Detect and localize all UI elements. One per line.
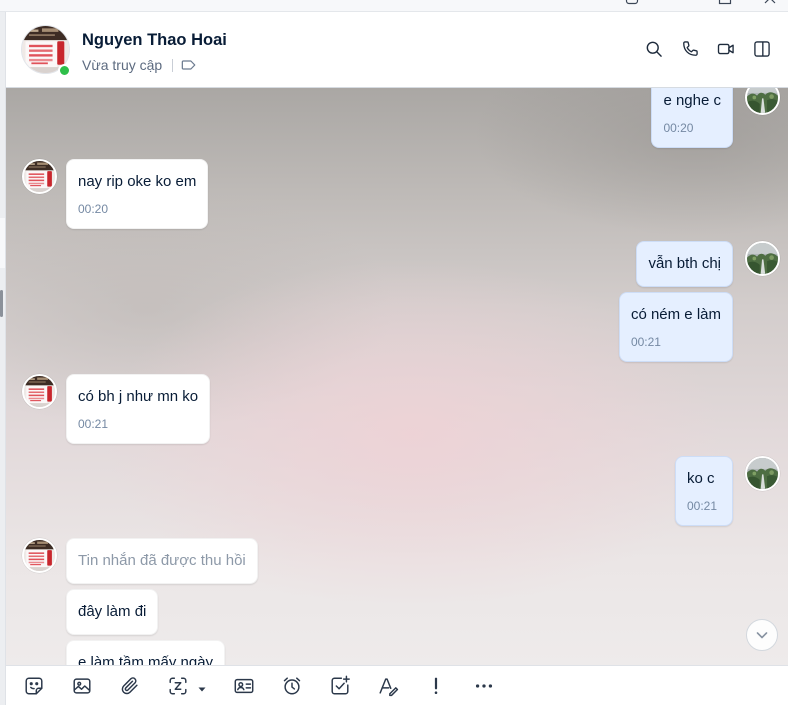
dropdown-caret-icon [198,687,206,692]
message-time: 00:21 [687,499,718,513]
contact-status-row: Vừa truy cập [82,57,197,73]
send-image-button[interactable] [66,673,98,699]
image-icon [73,678,91,694]
reminder-button[interactable] [276,673,308,699]
message-time: 00:21 [78,417,109,431]
send-contact-card-button[interactable] [228,673,260,699]
message-text: ko c [687,470,715,487]
window-icon[interactable] [625,0,639,5]
message-bubble-incoming[interactable]: có bh j như mn ko 00:21 [66,374,211,444]
message-bubble-incoming[interactable]: đây làm đi [66,589,159,635]
conversation-list-scrollbar[interactable] [0,290,3,317]
message-bubble-outgoing[interactable]: ko c 00:21 [675,456,733,526]
video-call-button[interactable] [710,33,742,65]
conversation-list-item-edge[interactable] [0,218,5,268]
title-bar [0,0,788,12]
sticker-button[interactable] [18,673,50,699]
screenshot-button[interactable] [162,673,194,699]
task-icon [331,675,350,695]
message-bubble-outgoing[interactable]: có ném e làm 00:21 [618,292,733,362]
message-text: có bh j như mn ko [78,388,199,405]
message-text: e nghe c [663,92,721,109]
message-text: nay rip oke ko em [78,173,197,190]
message-list[interactable]: e nghe c 00:20 nay rip oke ko em 00:20 v… [6,88,788,665]
contact-avatar-small[interactable] [22,159,57,194]
composer-toolbar [6,665,788,705]
screenshot-options-button[interactable] [197,684,207,694]
message-time: 00:20 [78,202,109,216]
message-bubble-incoming[interactable]: nay rip oke ko em 00:20 [66,159,209,229]
contact-avatar-small[interactable] [22,374,57,409]
chevron-down-icon [756,632,768,639]
message-text: vẫn bth chị [648,255,721,272]
my-avatar[interactable] [745,456,780,491]
more-icon [475,684,493,688]
status-divider [172,58,174,72]
attachment-icon [121,677,138,695]
contact-avatar-small[interactable] [22,538,57,573]
tag-icon[interactable] [181,57,197,73]
search-button[interactable] [638,33,670,65]
message-bubble-outgoing[interactable]: e nghe c 00:20 [651,88,733,148]
phone-icon [683,41,698,56]
message-text: có ném e làm [630,306,721,323]
voice-call-button[interactable] [674,33,706,65]
assign-task-button[interactable] [324,673,356,699]
sidebar-toggle-icon [754,41,770,57]
message-bubble-incoming[interactable]: e làm tầm mấy ngày [66,640,226,665]
maximize-icon[interactable] [718,0,732,5]
conversation-header: Nguyen Thao Hoai Vừa truy cập [6,12,788,88]
message-bubble-outgoing[interactable]: vẫn bth chị [636,241,733,287]
message-text: e làm tầm mấy ngày [78,654,214,665]
text-format-button[interactable] [372,673,404,699]
attach-file-button[interactable] [114,673,146,699]
chat-window: Nguyen Thao Hoai Vừa truy cập e nghe c 0… [0,0,788,705]
search-icon [646,41,662,57]
my-avatar[interactable] [745,241,780,276]
close-icon[interactable] [763,0,777,5]
text-format-icon [379,678,399,697]
online-status-dot [58,64,71,77]
sticker-icon [25,677,43,695]
last-seen-status: Vừa truy cập [82,57,163,73]
urgent-icon [434,677,438,694]
reminder-clock-icon [283,677,301,695]
message-time: 00:21 [630,335,661,349]
contact-card-icon [234,678,254,694]
message-time: 00:20 [663,121,694,135]
scroll-to-bottom-button[interactable] [746,619,778,651]
message-text: Tin nhắn đã được thu hồi [78,552,246,569]
screenshot-icon [169,677,187,695]
message-text: đây làm đi [78,603,147,620]
video-call-icon [717,43,734,55]
my-avatar[interactable] [745,88,780,115]
recalled-message-bubble[interactable]: Tin nhắn đã được thu hồi [66,538,258,584]
mark-urgent-button[interactable] [420,673,452,699]
more-options-button[interactable] [468,673,500,699]
toggle-info-panel-button[interactable] [746,33,778,65]
contact-name[interactable]: Nguyen Thao Hoai [82,29,227,51]
